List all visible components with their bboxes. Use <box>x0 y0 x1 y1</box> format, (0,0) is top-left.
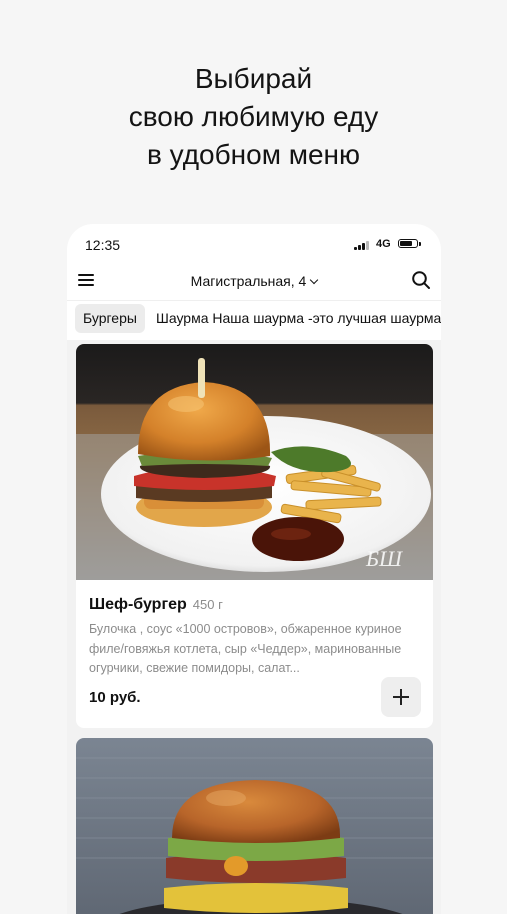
search-icon[interactable] <box>411 270 431 290</box>
address-label: Магистральная, 4 <box>190 273 307 289</box>
product-weight: 450 г <box>192 597 223 612</box>
product-feed: БШ Шеф-бургер 450 г Булочка , соус «1000 … <box>67 340 441 914</box>
address-button[interactable]: Магистральная, 4 <box>190 273 319 289</box>
headline-line-2: свою любимую еду <box>128 101 379 132</box>
product-photo: БШ <box>76 344 433 580</box>
address-selector: Магистральная, 4 <box>67 262 441 300</box>
chevron-down-icon <box>310 275 319 285</box>
product-description: Булочка , соус «1000 островов», обжаренн… <box>89 622 402 675</box>
headline-line-3: в удобном меню <box>146 139 361 170</box>
phone-screen: 12:35 4G Магистральная, 4 Бургеры Шаурма… <box>67 224 441 914</box>
top-nav: Магистральная, 4 <box>67 262 441 300</box>
photo-watermark: БШ <box>365 546 403 571</box>
status-bar: 12:35 4G <box>67 224 441 262</box>
tab-shawarma[interactable]: Шаурма Наша шаурма -это лучшая шаурма <box>156 304 441 333</box>
network-label: 4G <box>376 238 391 250</box>
status-time: 12:35 <box>85 237 121 253</box>
product-card[interactable]: БШ Шеф-бургер 450 г Булочка , соус «1000 … <box>76 344 433 728</box>
product-title: Шеф-бургер 450 г <box>89 596 223 614</box>
product-photo <box>76 738 433 914</box>
product-name: Шеф-бургер <box>89 596 187 613</box>
signal-icon <box>354 240 370 250</box>
tab-burgers[interactable]: Бургеры <box>75 304 145 333</box>
headline-line-1: Выбирай <box>194 63 313 94</box>
category-tabs: Бургеры Шаурма Наша шаурма -это лучшая ш… <box>67 300 441 341</box>
add-to-cart-button[interactable] <box>381 677 421 717</box>
battery-icon <box>398 239 421 248</box>
product-card[interactable] <box>76 738 433 914</box>
product-price: 10 руб. <box>89 689 141 706</box>
hamburger-menu-icon[interactable] <box>77 268 97 292</box>
promo-headline: Выбирай свою любимую еду в удобном меню <box>0 60 507 174</box>
